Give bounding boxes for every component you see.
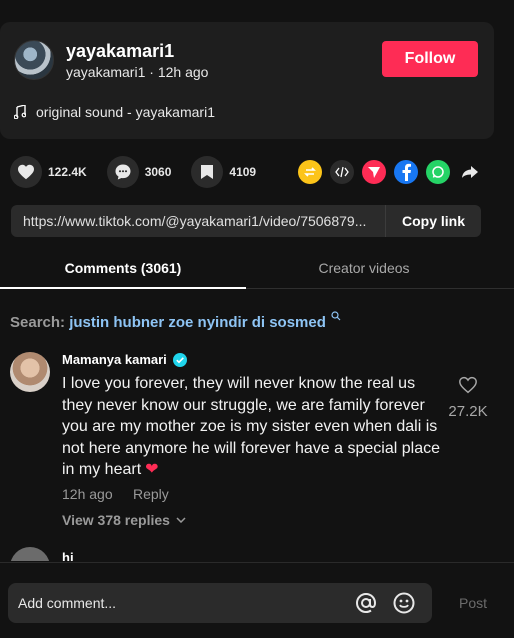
commenter-name[interactable]: Mamanya kamari bbox=[62, 352, 167, 367]
commenter2-avatar[interactable] bbox=[10, 547, 50, 561]
comment-placeholder: Add comment... bbox=[18, 595, 117, 611]
author-meta: yayakamari1 · 12h ago bbox=[66, 64, 208, 80]
commenter2-avatar-image bbox=[10, 547, 50, 561]
send-glyph bbox=[368, 167, 380, 178]
tab-creator-videos[interactable]: Creator videos bbox=[246, 248, 482, 288]
whatsapp-glyph bbox=[432, 166, 444, 178]
send-icon[interactable] bbox=[362, 160, 386, 184]
comment-composer: Add comment... Post bbox=[0, 562, 514, 638]
comment-text: I love you forever, they will never know… bbox=[62, 375, 440, 478]
save-count: 4109 bbox=[229, 165, 257, 179]
share-arrow-icon[interactable] bbox=[458, 160, 482, 184]
share-buttons bbox=[298, 160, 482, 184]
author-handle[interactable]: yayakamari1 bbox=[66, 64, 145, 80]
commenter-name-row: Mamanya kamari bbox=[62, 352, 187, 367]
author-avatar[interactable] bbox=[14, 40, 54, 80]
like-count: 122.4K bbox=[48, 165, 87, 179]
save-action[interactable]: 4109 bbox=[191, 156, 256, 188]
chevron-down-icon bbox=[176, 517, 186, 523]
comment-button[interactable] bbox=[106, 156, 139, 188]
comment-tabs: Comments (3061) Creator videos bbox=[0, 248, 514, 289]
comment-like[interactable]: 27.2K bbox=[446, 376, 490, 420]
music-note-icon bbox=[14, 105, 26, 119]
comment-count: 3060 bbox=[144, 165, 172, 179]
post-info-card bbox=[0, 22, 494, 139]
post-button[interactable]: Post bbox=[459, 595, 487, 611]
verified-badge-icon bbox=[172, 352, 187, 367]
sound-link[interactable]: original sound - yayakamari1 bbox=[14, 104, 215, 120]
reply-button[interactable]: Reply bbox=[133, 486, 169, 502]
facebook-icon[interactable] bbox=[394, 160, 418, 184]
copy-link-button[interactable]: Copy link bbox=[385, 205, 481, 237]
comment-input[interactable]: Add comment... bbox=[8, 583, 432, 623]
embed-icon[interactable] bbox=[330, 160, 354, 184]
follow-button[interactable]: Follow bbox=[382, 41, 478, 77]
commenter2-name[interactable]: hi bbox=[62, 550, 74, 561]
view-replies-label: View 378 replies bbox=[62, 512, 170, 528]
repost-icon[interactable] bbox=[298, 160, 322, 184]
comment-body: I love you forever, they will never know… bbox=[62, 373, 444, 481]
facebook-glyph bbox=[402, 163, 411, 181]
embed-glyph bbox=[335, 166, 349, 178]
save-button[interactable] bbox=[191, 156, 224, 188]
share-url[interactable]: https://www.tiktok.com/@yayakamari1/vide… bbox=[11, 213, 385, 229]
repost-glyph bbox=[304, 167, 316, 177]
tab-comments[interactable]: Comments (3061) bbox=[0, 248, 246, 289]
search-prefix: Search: bbox=[10, 314, 70, 331]
comment-action[interactable]: 3060 bbox=[106, 156, 172, 188]
post-time: 12h ago bbox=[157, 64, 209, 80]
commenter-avatar[interactable] bbox=[10, 352, 50, 392]
heart-icon bbox=[18, 164, 34, 180]
search-query[interactable]: justin hubner zoe nyindir di sosmed bbox=[69, 314, 326, 331]
comment-time: 12h ago bbox=[62, 486, 113, 502]
whatsapp-icon[interactable] bbox=[426, 160, 450, 184]
share-link-bar: https://www.tiktok.com/@yayakamari1/vide… bbox=[11, 205, 481, 237]
view-replies-button[interactable]: View 378 replies bbox=[62, 512, 186, 528]
like-button[interactable] bbox=[10, 156, 42, 188]
bookmark-icon bbox=[201, 165, 214, 179]
heart-outline-icon[interactable] bbox=[458, 376, 478, 394]
emoji-icon[interactable] bbox=[392, 591, 416, 615]
mention-at-icon[interactable] bbox=[354, 591, 378, 615]
search-icon bbox=[331, 311, 341, 321]
like-action[interactable]: 122.4K bbox=[10, 156, 87, 188]
author-username[interactable]: yayakamari1 bbox=[66, 41, 174, 62]
comment-bubble-icon bbox=[115, 164, 131, 180]
search-suggestion[interactable]: Search: justin hubner zoe nyindir di sos… bbox=[10, 311, 341, 331]
share-arrow-glyph bbox=[462, 166, 478, 178]
meta-separator: · bbox=[149, 64, 158, 80]
sound-label: original sound - yayakamari1 bbox=[36, 104, 215, 120]
comment-like-count: 27.2K bbox=[448, 403, 488, 420]
red-heart-emoji: ❤ bbox=[145, 461, 159, 478]
action-bar: 122.4K 3060 4109 bbox=[10, 156, 276, 188]
